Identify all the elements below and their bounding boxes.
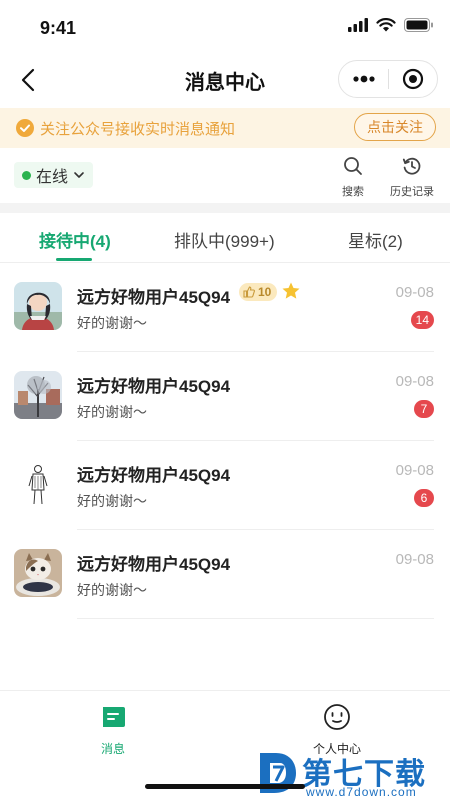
- message-list: 远方好物用户45Q94 10 09-08 好的谢谢～ 14 远方好物用户45Q9…: [0, 263, 450, 619]
- user-name: 远方好物用户45Q94: [77, 288, 231, 307]
- nav-bar: 消息中心: [0, 56, 450, 104]
- user-name: 远方好物用户45Q94: [77, 555, 231, 574]
- message-date: 09-08: [395, 284, 434, 301]
- active-tab-indicator: [56, 258, 92, 261]
- profile-icon: [324, 704, 350, 730]
- star-icon[interactable]: [281, 281, 301, 301]
- watermark-url: www.d7down.com: [306, 785, 417, 799]
- cat-avatar: [14, 549, 62, 597]
- unread-badge: 14: [410, 311, 434, 329]
- level-number: 10: [258, 285, 272, 299]
- message-date: 09-08: [395, 373, 434, 390]
- message-date: 09-08: [395, 462, 434, 479]
- search-icon: [344, 157, 362, 175]
- online-status-selector[interactable]: 在线: [14, 162, 94, 188]
- queue-tabs: 接待中(4) 排队中(999+) 星标(2): [0, 213, 450, 263]
- sketch-figure-avatar: [14, 460, 62, 508]
- search-label: 搜索: [342, 186, 364, 198]
- message-preview: 好的谢谢～: [77, 493, 147, 509]
- thumb-up-icon: [243, 286, 255, 298]
- signal-icon: [348, 18, 368, 32]
- mini-program-capsule: [338, 60, 438, 98]
- more-button[interactable]: [339, 61, 388, 97]
- bottom-tab-messages[interactable]: 消息: [73, 703, 153, 757]
- back-button[interactable]: [14, 64, 42, 96]
- message-item[interactable]: 远方好物用户45Q94 09-08 好的谢谢～: [0, 530, 450, 619]
- site-watermark: 第七下载站 www.d7down.com: [256, 749, 446, 799]
- user-name: 远方好物用户45Q94: [77, 466, 231, 485]
- message-item[interactable]: 远方好物用户45Q94 09-08 好的谢谢～ 6: [0, 441, 450, 530]
- more-dots-icon: [352, 75, 375, 83]
- message-icon: [103, 707, 125, 727]
- close-mini-program-button[interactable]: [389, 61, 437, 97]
- check-circle-icon: [16, 119, 34, 137]
- message-item[interactable]: 远方好物用户45Q94 09-08 好的谢谢～ 7: [0, 352, 450, 441]
- section-divider: [0, 203, 450, 213]
- message-preview: 好的谢谢～: [77, 315, 147, 331]
- list-divider: [77, 618, 434, 619]
- wifi-icon: [376, 18, 396, 32]
- tab-starred[interactable]: 星标(2): [348, 227, 403, 252]
- bottom-tab-messages-label: 消息: [100, 742, 125, 756]
- online-status-label: 在线: [36, 169, 69, 186]
- unread-badge: 6: [414, 489, 434, 507]
- chevron-left-icon: [21, 68, 35, 92]
- online-dot-icon: [22, 170, 31, 180]
- unread-badge: 7: [414, 400, 434, 418]
- status-bar: 9:41: [0, 0, 450, 56]
- message-preview: 好的谢谢～: [77, 404, 147, 420]
- message-preview: 好的谢谢～: [77, 582, 147, 598]
- message-date: 09-08: [395, 551, 434, 568]
- d7-logo-icon: [260, 753, 296, 793]
- history-label: 历史记录: [390, 186, 434, 198]
- history-button[interactable]: 历史记录: [385, 156, 439, 198]
- winter-tree-avatar: [14, 371, 62, 419]
- target-close-icon: [402, 68, 424, 90]
- home-indicator: [145, 784, 305, 789]
- message-item[interactable]: 远方好物用户45Q94 10 09-08 好的谢谢～ 14: [0, 263, 450, 352]
- status-icons: [348, 18, 434, 32]
- tab-queueing[interactable]: 排队中(999+): [174, 227, 275, 252]
- anime-girl-avatar: [14, 282, 62, 330]
- level-badge: 10: [239, 283, 278, 301]
- follow-notice-bar: 关注公众号接收实时消息通知 点击关注: [0, 108, 450, 148]
- follow-button[interactable]: 点击关注: [354, 113, 436, 141]
- notice-text: 关注公众号接收实时消息通知: [40, 121, 236, 138]
- tab-serving[interactable]: 接待中(4): [39, 227, 111, 252]
- battery-icon: [404, 18, 433, 32]
- user-name: 远方好物用户45Q94: [77, 377, 231, 396]
- search-button[interactable]: 搜索: [333, 156, 373, 198]
- history-clock-icon: [402, 157, 421, 175]
- chevron-down-icon: [74, 172, 84, 178]
- status-time: 9:41: [40, 18, 77, 38]
